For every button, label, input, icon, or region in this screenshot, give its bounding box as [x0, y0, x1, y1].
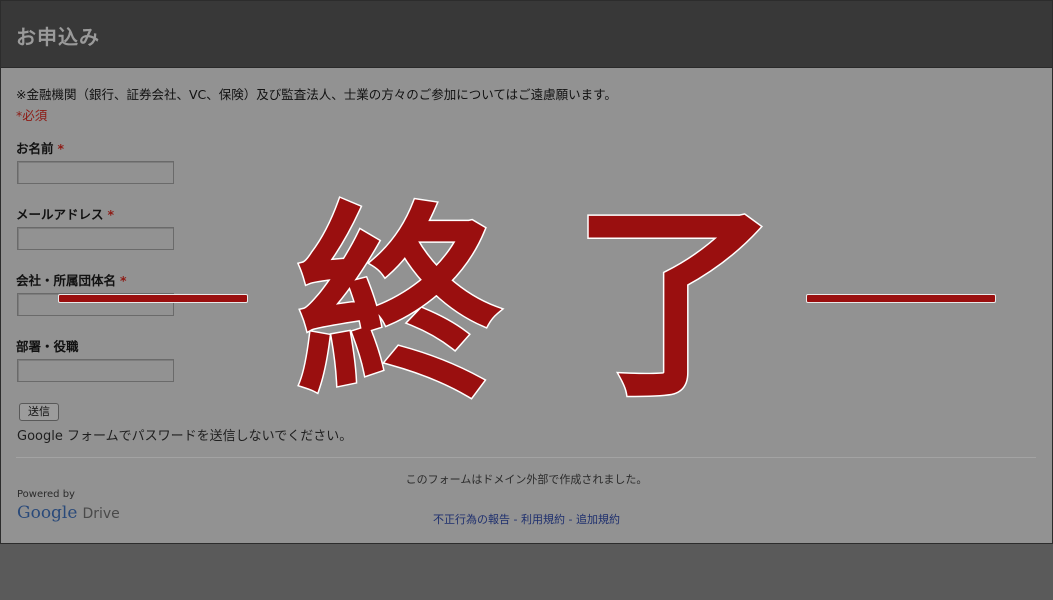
notice-text: ※金融機関（銀行、証券会社、VC、保険）及び監査法人、士業の方々のご参加について…: [16, 87, 617, 102]
divider: [16, 457, 1036, 458]
terms-link[interactable]: 利用規約: [521, 513, 565, 526]
name-field[interactable]: [17, 161, 174, 184]
required-star: *: [120, 273, 127, 288]
footer-links: 不正行為の報告 - 利用規約 - 追加規約: [1, 511, 1052, 527]
link-separator: -: [565, 513, 576, 526]
closed-overlay-text: 終了: [295, 184, 849, 427]
company-label: 会社・所属団体名 *: [16, 270, 127, 289]
department-label-text: 部署・役職: [16, 339, 79, 354]
required-star: *: [57, 141, 65, 156]
page-title: お申込み: [16, 25, 100, 49]
email-label-text: メールアドレス: [16, 207, 104, 222]
powered-by-text: Powered by: [17, 489, 75, 500]
name-label-text: お名前: [16, 141, 54, 156]
required-star: *: [107, 207, 115, 222]
required-note: *必須: [16, 108, 48, 123]
email-field[interactable]: [17, 227, 174, 250]
name-label: お名前 *: [16, 138, 64, 157]
report-abuse-link[interactable]: 不正行為の報告: [433, 513, 510, 526]
link-separator: -: [510, 513, 521, 526]
overlay-bar-left: [58, 294, 248, 303]
additional-terms-link[interactable]: 追加規約: [576, 513, 620, 526]
company-label-text: 会社・所属団体名: [16, 273, 117, 288]
department-label: 部署・役職: [16, 336, 79, 355]
domain-note: このフォームはドメイン外部で作成されました。: [405, 473, 648, 486]
submit-button[interactable]: 送信: [19, 403, 59, 421]
header-bar: お申込み: [1, 1, 1052, 68]
department-field[interactable]: [17, 359, 174, 382]
email-label: メールアドレス *: [16, 204, 114, 223]
